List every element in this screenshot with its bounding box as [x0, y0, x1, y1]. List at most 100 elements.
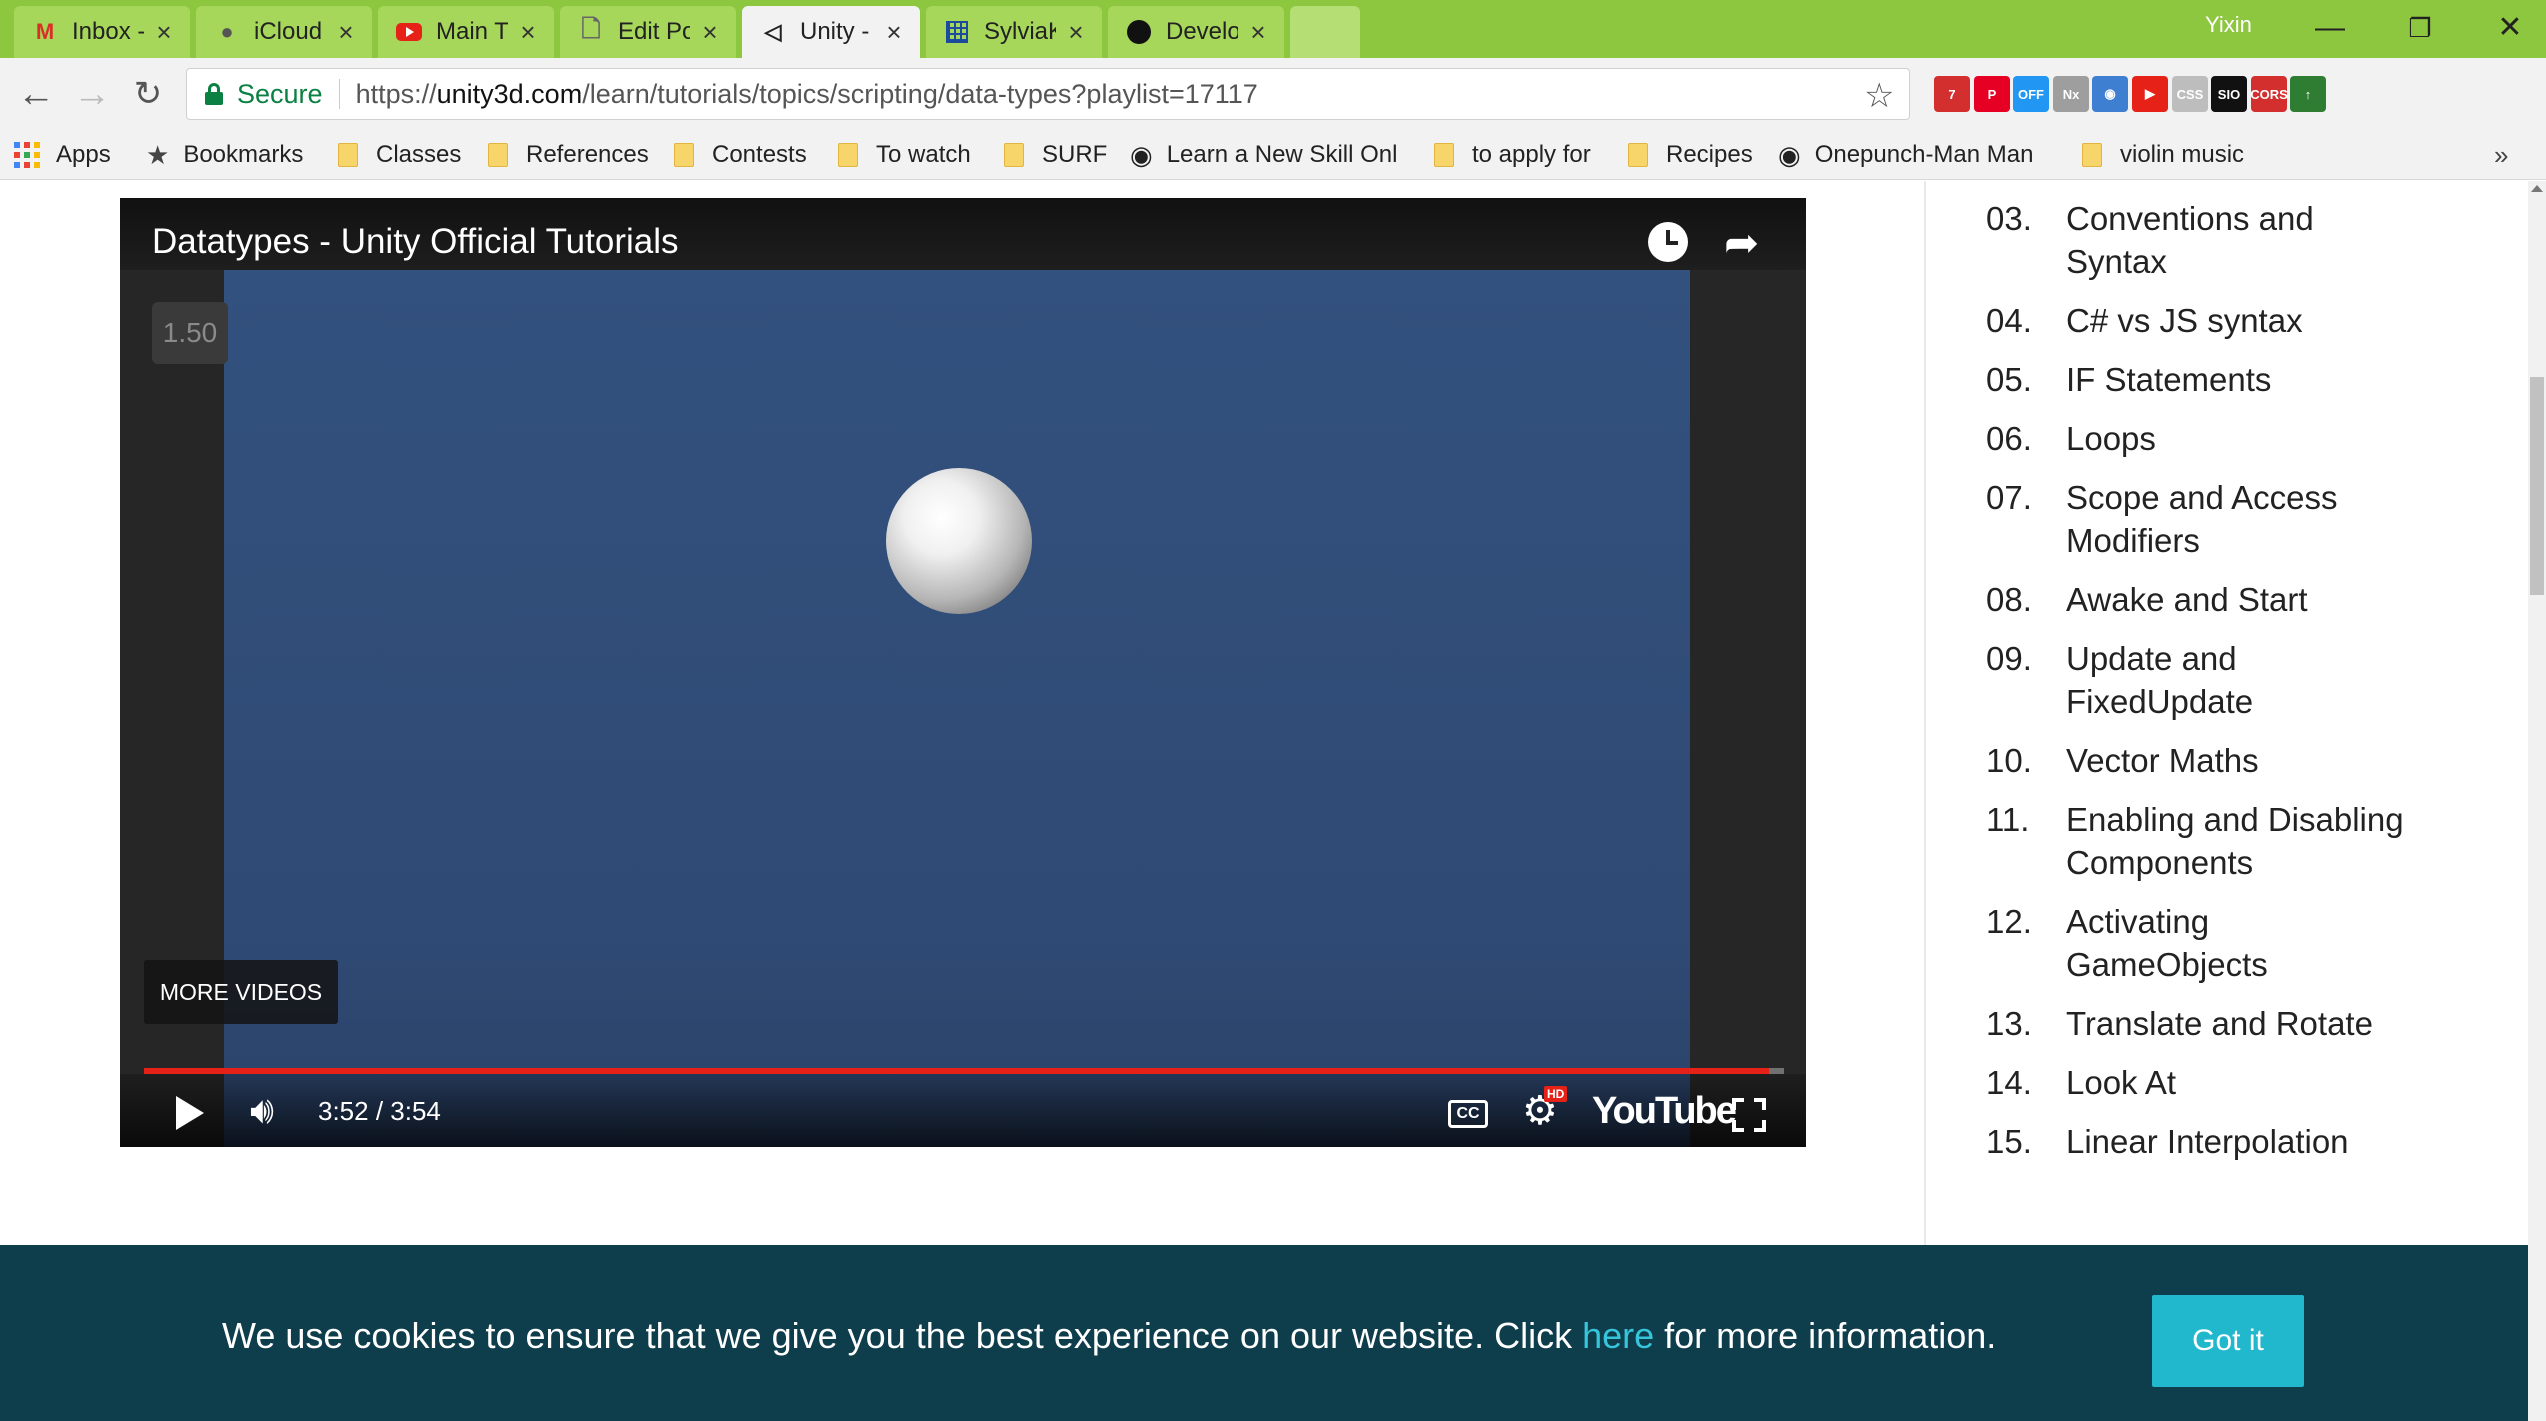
secure-label: Secure [237, 78, 323, 109]
bookmarks-overflow-icon[interactable]: » [2494, 130, 2508, 180]
fullscreen-icon[interactable] [1732, 1098, 1766, 1132]
tab-edit-post[interactable]: 🗋 Edit Post ‹ 6021 × [560, 6, 736, 58]
tab-gmail[interactable]: M Inbox - yixinh@ × [14, 6, 190, 58]
lesson-title[interactable]: Activating GameObjects [2066, 900, 2406, 986]
close-tab-icon[interactable]: × [1246, 17, 1270, 48]
lesson-item[interactable]: 13. Translate and Rotate [1986, 1002, 2406, 1045]
adblock-extension-icon[interactable]: 7 [1934, 76, 1970, 112]
more-videos-button[interactable]: MORE VIDEOS [144, 960, 338, 1024]
scroll-up-icon[interactable] [2531, 185, 2543, 192]
youtube-logo[interactable]: YouTube [1592, 1090, 1737, 1133]
share-icon[interactable]: ➦ [1724, 218, 1759, 267]
close-tab-icon[interactable]: × [152, 17, 176, 48]
lesson-title[interactable]: Translate and Rotate [2066, 1002, 2373, 1045]
watch-later-icon[interactable] [1648, 222, 1688, 262]
pinterest-extension-icon[interactable]: P [1974, 76, 2010, 112]
lesson-title[interactable]: Vector Maths [2066, 739, 2259, 782]
bookmark-contests[interactable]: Contests [674, 130, 824, 180]
close-window-icon[interactable]: ✕ [2480, 8, 2540, 48]
bookmark-apps[interactable]: Apps [14, 130, 134, 180]
lesson-title[interactable]: Look At [2066, 1061, 2176, 1104]
bookmark-label: Apps [56, 141, 111, 168]
lesson-number: 03. [1986, 200, 2032, 237]
lesson-title[interactable]: Scope and Access Modifiers [2066, 476, 2406, 562]
tab-main-theme[interactable]: Main Theme - F × [378, 6, 554, 58]
css-extension-icon[interactable]: CSS [2172, 76, 2208, 112]
unity-icon: ◁ [764, 19, 782, 44]
new-tab-button[interactable] [1290, 6, 1360, 58]
video-player[interactable]: 1.50 Datatypes - Unity Official Tutorial… [120, 198, 1806, 1147]
close-tab-icon[interactable]: × [1064, 17, 1088, 48]
lesson-item[interactable]: 06. Loops [1986, 417, 2406, 460]
cookie-info-link[interactable]: here [1582, 1315, 1654, 1356]
address-bar[interactable]: Secure https://unity3d.com/learn/tutoria… [186, 68, 1910, 120]
lesson-item[interactable]: 10. Vector Maths [1986, 739, 2406, 782]
folder-icon [488, 143, 508, 167]
tab-unity-data-types[interactable]: ◁ Unity - Data Typ × [742, 6, 920, 58]
youtube-extension-icon[interactable]: ▶ [2132, 76, 2168, 112]
bookmark-recipes[interactable]: Recipes [1628, 130, 1768, 180]
url-text[interactable]: https://unity3d.com/learn/tutorials/topi… [356, 79, 1258, 110]
lesson-title[interactable]: Enabling and Disabling Components [2066, 798, 2406, 884]
close-tab-icon[interactable]: × [698, 17, 722, 48]
upload-extension-icon[interactable]: ↑ [2290, 76, 2326, 112]
page-scrollbar[interactable] [2528, 181, 2546, 1421]
bookmark-violin-music[interactable]: violin music [2082, 130, 2282, 180]
cors-extension-icon[interactable]: CORS [2250, 76, 2288, 112]
lesson-item[interactable]: 05. IF Statements [1986, 358, 2406, 401]
bookmark-bookmarks[interactable]: ★ Bookmarks [146, 130, 326, 180]
folder-icon [838, 143, 858, 167]
lesson-item[interactable]: 09. Update and FixedUpdate [1986, 637, 2406, 723]
play-icon[interactable] [176, 1096, 204, 1130]
reload-icon[interactable]: ↻ [126, 72, 170, 116]
off-toggle-extension-icon[interactable]: OFF [2013, 76, 2049, 112]
apps-grid-icon [14, 142, 40, 168]
close-tab-icon[interactable]: × [334, 17, 358, 48]
lesson-item[interactable]: 04. C# vs JS syntax [1986, 299, 2406, 342]
nx-extension-icon[interactable]: Nx [2053, 76, 2089, 112]
forward-arrow-icon[interactable]: → [70, 72, 114, 116]
bookmark-references[interactable]: References [488, 130, 668, 180]
lesson-item[interactable]: 12. Activating GameObjects [1986, 900, 2406, 986]
close-tab-icon[interactable]: × [882, 17, 906, 48]
tab-title: Edit Post ‹ 6021 [618, 18, 690, 45]
lesson-title[interactable]: Linear Interpolation [2066, 1120, 2349, 1163]
restore-icon[interactable]: ❐ [2390, 8, 2450, 48]
close-tab-icon[interactable]: × [516, 17, 540, 48]
tab-sylvia-kosowski[interactable]: SylviaKosowski_ × [926, 6, 1102, 58]
scrollbar-thumb[interactable] [2530, 377, 2544, 595]
bookmark-to-watch[interactable]: To watch [838, 130, 988, 180]
volume-icon[interactable]: 🔊︎ [250, 1090, 274, 1133]
lesson-title[interactable]: Update and FixedUpdate [2066, 637, 2406, 723]
minimize-icon[interactable]: — [2300, 8, 2360, 48]
site-favicon-icon: ◉ [1130, 139, 1153, 170]
lesson-item[interactable]: 11. Enabling and Disabling Components [1986, 798, 2406, 884]
bookmark-star-icon[interactable]: ☆ [1864, 76, 1894, 116]
lesson-title[interactable]: Conventions and Syntax [2066, 197, 2406, 283]
globe-extension-icon[interactable]: ◉ [2092, 76, 2128, 112]
bookmark-surf[interactable]: SURF [1004, 130, 1124, 180]
captions-button[interactable]: CC [1448, 1100, 1488, 1128]
bookmark-learn-a-new-skill-onl[interactable]: ◉ Learn a New Skill Onl [1130, 130, 1420, 180]
bookmark-onepunch-man-man[interactable]: ◉ Onepunch-Man Man [1778, 130, 2068, 180]
profile-name[interactable]: Yixin [2205, 12, 2252, 38]
got-it-button[interactable]: Got it [2152, 1295, 2304, 1387]
sio-extension-icon[interactable]: SIO [2211, 76, 2247, 112]
folder-icon [338, 143, 358, 167]
video-title[interactable]: Datatypes - Unity Official Tutorials [152, 222, 679, 262]
bookmark-to-apply-for[interactable]: to apply for [1434, 130, 1614, 180]
bookmark-classes[interactable]: Classes [338, 130, 478, 180]
lesson-item[interactable]: 03. Conventions and Syntax [1986, 197, 2406, 283]
lesson-item[interactable]: 14. Look At [1986, 1061, 2406, 1104]
lesson-item[interactable]: 08. Awake and Start [1986, 578, 2406, 621]
lesson-item[interactable]: 15. Linear Interpolation [1986, 1120, 2406, 1163]
address-separator [338, 79, 340, 109]
lesson-item[interactable]: 07. Scope and Access Modifiers [1986, 476, 2406, 562]
lesson-title[interactable]: C# vs JS syntax [2066, 299, 2303, 342]
tab-developer-manual[interactable]: Developer Manu × [1108, 6, 1284, 58]
back-arrow-icon[interactable]: ← [14, 72, 58, 116]
lesson-title[interactable]: IF Statements [2066, 358, 2271, 401]
tab-icloud-notes[interactable]: ● iCloud Notes × [196, 6, 372, 58]
lesson-title[interactable]: Awake and Start [2066, 578, 2308, 621]
lesson-title[interactable]: Loops [2066, 417, 2156, 460]
